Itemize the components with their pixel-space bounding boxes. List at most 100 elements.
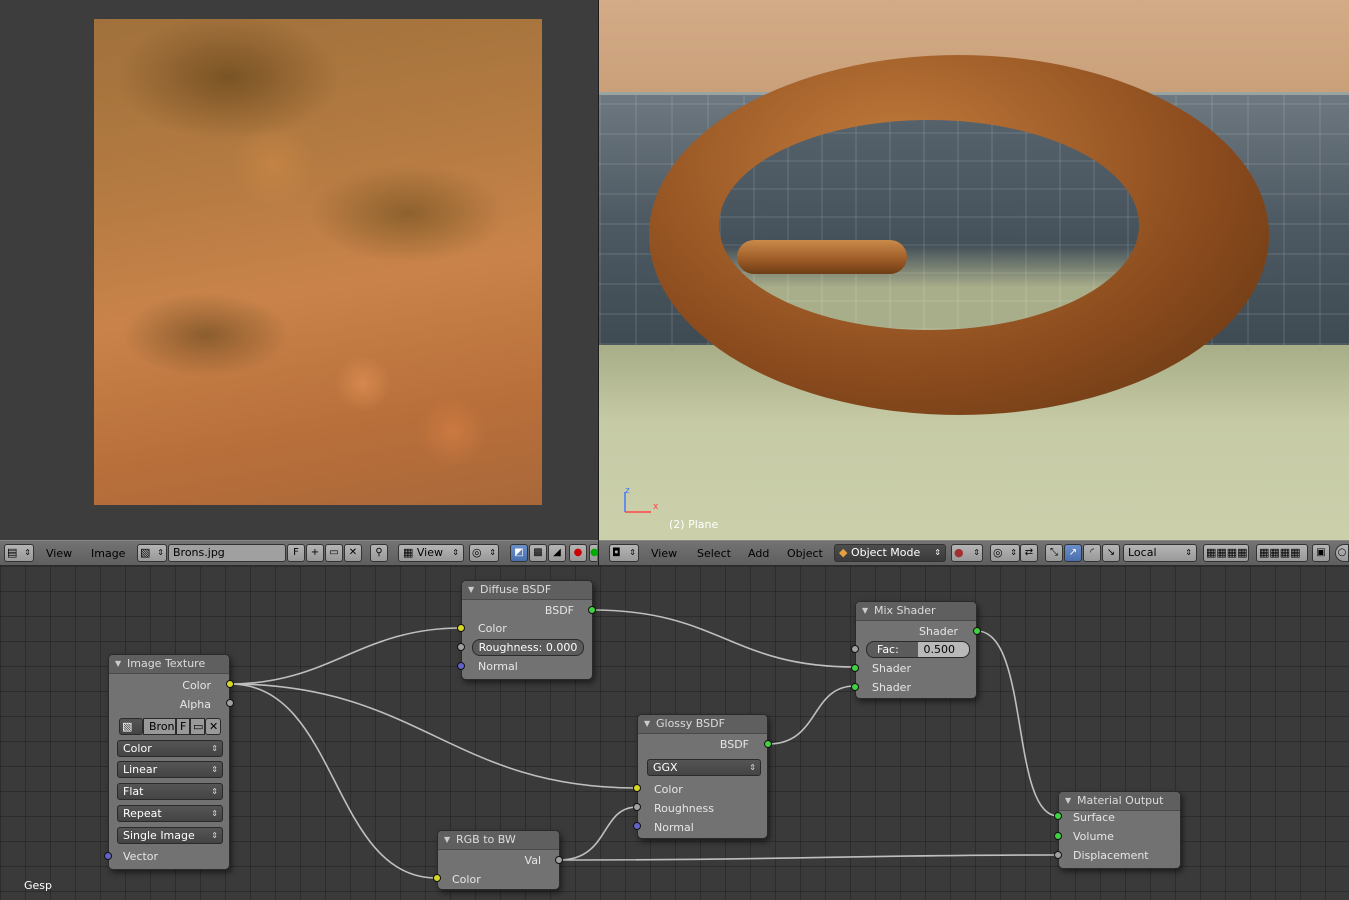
- socket-tex-color-out[interactable]: [226, 680, 234, 688]
- node-header[interactable]: ▼ Material Output: [1059, 792, 1180, 811]
- layers-grid-1[interactable]: ▦▦▦▦: [1203, 544, 1249, 562]
- 3d-viewport[interactable]: z x (2) Plane: [599, 0, 1349, 540]
- socket-mix-shader2-in[interactable]: [851, 683, 859, 691]
- axis-icon: ⤡: [1050, 547, 1058, 558]
- output-alpha-label: Alpha: [179, 698, 211, 711]
- socket-glossy-color-in[interactable]: [633, 784, 641, 792]
- color-space-label: Color: [123, 742, 152, 755]
- menu-view[interactable]: View: [651, 547, 677, 560]
- node-header[interactable]: ▼ Mix Shader: [856, 602, 976, 621]
- socket-mix-shader-out[interactable]: [973, 627, 981, 635]
- socket-diffuse-roughness-in[interactable]: [457, 643, 465, 651]
- interpolation-select[interactable]: Linear ⇕: [117, 761, 223, 778]
- pivot-button[interactable]: ◎ ⇕: [469, 544, 499, 562]
- roughness-field[interactable]: Roughness: 0.000: [472, 639, 584, 656]
- draw-channels-button[interactable]: ◩: [510, 544, 528, 562]
- mode-select[interactable]: ◆ Object Mode ⇕: [834, 544, 946, 562]
- extension-select[interactable]: Repeat ⇕: [117, 805, 223, 822]
- output-bsdf-label: BSDF: [544, 604, 574, 617]
- overflow-button[interactable]: ●: [589, 544, 599, 562]
- socket-rgbbw-val-out[interactable]: [555, 856, 563, 864]
- node-mix-shader[interactable]: ▼ Mix Shader Shader Fac: 0.500 Shader Shad…: [855, 601, 977, 699]
- view-mode-select[interactable]: ▦ View ⇕: [398, 544, 464, 562]
- socket-tex-vector-in[interactable]: [104, 852, 112, 860]
- rotate-manipulator[interactable]: ◜: [1083, 544, 1101, 562]
- menu-image[interactable]: Image: [91, 547, 125, 560]
- node-glossy-bsdf[interactable]: ▼ Glossy BSDF BSDF GGX ⇕ Color Roughness N…: [637, 714, 768, 839]
- node-header[interactable]: ▼ Glossy BSDF: [638, 715, 767, 734]
- node-header[interactable]: ▼ RGB to BW: [438, 831, 559, 850]
- move-manipulator[interactable]: ↗: [1064, 544, 1082, 562]
- pivot-point-select[interactable]: ◎ ⇕: [990, 544, 1020, 562]
- new-image-button[interactable]: +: [306, 544, 324, 562]
- menu-view[interactable]: View: [46, 547, 72, 560]
- active-object-label: (2) Plane: [669, 518, 719, 531]
- collapse-icon[interactable]: ▼: [115, 655, 121, 672]
- translate-manipulator[interactable]: ⤡: [1045, 544, 1063, 562]
- socket-tex-alpha-out[interactable]: [226, 699, 234, 707]
- distribution-select[interactable]: GGX ⇕: [647, 759, 761, 776]
- node-header[interactable]: ▼ Diffuse BSDF: [462, 581, 592, 600]
- manipulator-toggle[interactable]: ⇄: [1020, 544, 1038, 562]
- fac-slider[interactable]: Fac: 0.500: [866, 641, 970, 658]
- open-image-button[interactable]: ▭: [190, 718, 205, 735]
- render-preview-button[interactable]: ○: [1335, 544, 1349, 562]
- socket-output-surface-in[interactable]: [1054, 812, 1062, 820]
- open-image-button[interactable]: ▭: [325, 544, 343, 562]
- node-diffuse-bsdf[interactable]: ▼ Diffuse BSDF BSDF Color Roughness: 0.00…: [461, 580, 593, 680]
- alpha-button[interactable]: ▩: [529, 544, 547, 562]
- socket-diffuse-normal-in[interactable]: [457, 662, 465, 670]
- menu-object[interactable]: Object: [787, 547, 823, 560]
- orientation-select[interactable]: Local ⇕: [1123, 544, 1197, 562]
- area-divider[interactable]: [598, 0, 599, 566]
- socket-output-volume-in[interactable]: [1054, 832, 1062, 840]
- updown-arrow-icon: ⇕: [934, 548, 941, 557]
- collapse-icon[interactable]: ▼: [644, 715, 650, 732]
- scale-manipulator[interactable]: ↘: [1102, 544, 1120, 562]
- pivot-icon: ◎: [472, 546, 482, 559]
- socket-diffuse-color-in[interactable]: [457, 624, 465, 632]
- updown-arrow-icon: ⇕: [157, 548, 164, 557]
- render-layer-button[interactable]: ▣: [1312, 544, 1330, 562]
- image-browse-button[interactable]: ▧: [119, 718, 143, 735]
- pin-button[interactable]: ⚲: [370, 544, 388, 562]
- layers-grid-2[interactable]: ▦▦▦▦: [1256, 544, 1308, 562]
- zbuffer-button[interactable]: ◢: [548, 544, 566, 562]
- image-editor-area[interactable]: [0, 0, 598, 540]
- menu-add[interactable]: Add: [748, 547, 769, 560]
- color-space-select[interactable]: Color ⇕: [117, 740, 223, 757]
- checker-icon: ▩: [533, 547, 543, 558]
- input-normal-label: Normal: [654, 821, 694, 834]
- record-button[interactable]: ●: [569, 544, 587, 562]
- node-material-output[interactable]: ▼ Material Output Surface Volume Displace…: [1058, 791, 1181, 869]
- unlink-image-button[interactable]: ✕: [205, 718, 221, 735]
- node-image-texture[interactable]: ▼ Image Texture Color Alpha ▧ Bron F ▭ ✕ …: [108, 654, 230, 870]
- image-name-field[interactable]: Bron: [143, 718, 176, 735]
- socket-output-displacement-in[interactable]: [1054, 851, 1062, 859]
- image-browse-button[interactable]: ▧ ⇕: [137, 544, 167, 562]
- collapse-icon[interactable]: ▼: [444, 831, 450, 848]
- fake-user-button[interactable]: F: [176, 718, 190, 735]
- collapse-icon[interactable]: ▼: [468, 581, 474, 598]
- projection-select[interactable]: Flat ⇕: [117, 783, 223, 800]
- node-rgb-to-bw[interactable]: ▼ RGB to BW Val Color: [437, 830, 560, 890]
- editor-type-button[interactable]: ▤ ⇕: [4, 544, 34, 562]
- socket-mix-shader1-in[interactable]: [851, 664, 859, 672]
- menu-select[interactable]: Select: [697, 547, 731, 560]
- close-icon: ✕: [348, 547, 358, 558]
- image-name-field[interactable]: Brons.jpg: [168, 544, 286, 562]
- socket-mix-fac-in[interactable]: [851, 645, 859, 653]
- fake-user-button[interactable]: F: [287, 544, 305, 562]
- socket-glossy-normal-in[interactable]: [633, 822, 641, 830]
- collapse-icon[interactable]: ▼: [862, 602, 868, 619]
- node-header[interactable]: ▼ Image Texture: [109, 655, 229, 674]
- socket-diffuse-bsdf-out[interactable]: [588, 606, 596, 614]
- shading-select[interactable]: ● ⇕: [951, 544, 983, 562]
- socket-glossy-roughness-in[interactable]: [633, 803, 641, 811]
- collapse-icon[interactable]: ▼: [1065, 792, 1071, 809]
- source-select[interactable]: Single Image ⇕: [117, 827, 223, 844]
- socket-rgbbw-color-in[interactable]: [433, 874, 441, 882]
- editor-type-button[interactable]: ◘ ⇕: [609, 544, 639, 562]
- socket-glossy-bsdf-out[interactable]: [764, 740, 772, 748]
- unlink-image-button[interactable]: ✕: [344, 544, 362, 562]
